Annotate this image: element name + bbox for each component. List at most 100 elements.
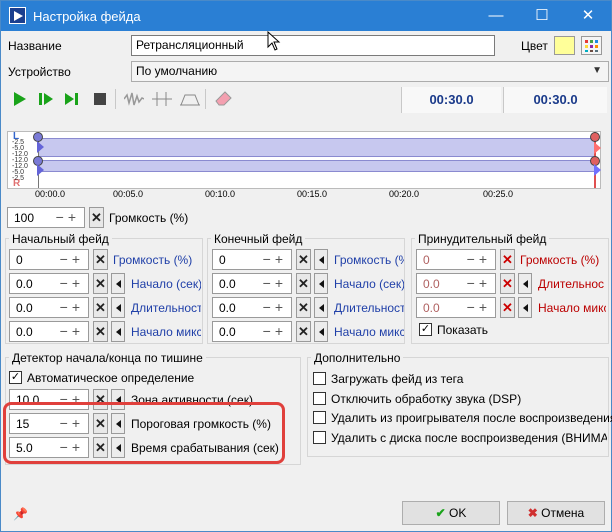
ok-button-label: OK [449, 506, 467, 520]
forced-fade-volume-label: Громкость (%) [520, 253, 600, 267]
time-readout-1: 00:30.0 [401, 87, 501, 113]
fade-out-volume-label: Громкость (%) [334, 253, 404, 267]
fade-in-start-arrow-button[interactable] [111, 273, 125, 294]
stepper-value: 0.0 [219, 301, 236, 315]
stepper-controls[interactable]: −+ [60, 299, 84, 315]
volume-stepper[interactable]: 100 −+ [7, 207, 85, 228]
fade-out-volume-stepper[interactable]: 0 −+ [212, 249, 292, 270]
end-handle-top[interactable] [590, 132, 600, 142]
maximize-button[interactable]: ☐ [519, 1, 565, 31]
fade-in-duration-stepper[interactable]: 0.0 −+ [9, 297, 89, 318]
forced-fade-volume-reset-button[interactable]: ✕ [500, 249, 515, 270]
fade-in-volume-reset-button[interactable]: ✕ [93, 249, 108, 270]
highlight-annotation [3, 402, 285, 464]
name-input[interactable]: Ретрансляционный [131, 35, 495, 56]
forced-fade-duration-reset-button[interactable]: ✕ [500, 273, 515, 294]
fade-in-mix-reset-button[interactable]: ✕ [93, 321, 108, 342]
volume-reset-button[interactable]: ✕ [89, 207, 104, 228]
fade-in-start-stepper[interactable]: 0.0 −+ [9, 273, 89, 294]
stepper-controls[interactable]: −+ [263, 275, 287, 291]
palette-button[interactable] [581, 36, 602, 55]
remove-from-player-checkbox[interactable] [313, 411, 326, 424]
auto-detect-label: Автоматическое определение [27, 371, 195, 385]
eraser-icon [215, 91, 232, 106]
fade-in-duration-arrow-button[interactable] [111, 297, 125, 318]
play-segment-icon [39, 93, 53, 105]
pin-icon[interactable]: 📌 [13, 507, 28, 521]
fade-out-duration-stepper[interactable]: 0.0 −+ [212, 297, 292, 318]
auto-detect-checkbox[interactable]: ✓ [9, 371, 22, 384]
fade-in-volume-label: Громкость (%) [113, 253, 193, 267]
fade-out-start-arrow-button[interactable] [314, 273, 328, 294]
forced-fade-mix-stepper[interactable]: 0.0 −+ [416, 297, 496, 318]
title-bar[interactable]: Настройка фейда — ☐ ✕ [1, 1, 611, 31]
forced-fade-duration-arrow-button[interactable] [518, 273, 532, 294]
toolbar-separator-2 [205, 89, 206, 109]
cancel-button-label: Отмена [541, 506, 585, 520]
window-title: Настройка фейда [33, 9, 141, 24]
markers-icon [152, 92, 172, 106]
cancel-icon: ✖ [527, 506, 538, 520]
disable-dsp-label: Отключить обработку звука (DSP) [331, 392, 522, 406]
time-ruler: 00:00.0 00:05.0 00:10.0 00:15.0 00:20.0 … [7, 187, 601, 201]
eraser-button[interactable] [213, 87, 235, 111]
stepper-controls[interactable]: −+ [56, 209, 80, 225]
volume-label: Громкость (%) [109, 211, 189, 225]
name-label: Название [8, 39, 62, 53]
fade-out-start-label: Начало (сек) [334, 277, 404, 291]
delete-from-disk-checkbox[interactable] [313, 431, 326, 444]
fade-in-volume-stepper[interactable]: 0 −+ [9, 249, 89, 270]
fade-out-volume-arrow-button[interactable] [314, 249, 328, 270]
stepper-controls[interactable]: −+ [263, 323, 287, 339]
fade-out-handle[interactable] [594, 142, 601, 154]
stop-button[interactable] [89, 87, 111, 111]
fade-out-volume-reset-button[interactable]: ✕ [296, 249, 311, 270]
forced-fade-duration-stepper[interactable]: 0.0 −+ [416, 273, 496, 294]
play-button[interactable] [9, 87, 31, 111]
load-fade-label: Загружать фейд из тега [331, 372, 464, 386]
play-to-end-icon [65, 93, 78, 105]
fade-out-start-reset-button[interactable]: ✕ [296, 273, 311, 294]
forced-fade-mix-arrow-button[interactable] [518, 297, 532, 318]
waveform-button[interactable] [123, 87, 145, 111]
show-checkbox[interactable]: ✓ [419, 323, 432, 336]
fade-out-duration-reset-button[interactable]: ✕ [296, 297, 311, 318]
fade-out-mix-stepper[interactable]: 0.0 −+ [212, 321, 292, 342]
envelope-button[interactable] [179, 87, 201, 111]
color-swatch-button[interactable] [554, 36, 575, 55]
fade-in-mix-stepper[interactable]: 0.0 −+ [9, 321, 89, 342]
stepper-controls[interactable]: −+ [467, 299, 491, 315]
fade-out-handle-2[interactable] [594, 164, 601, 176]
fade-out-mix-arrow-button[interactable] [314, 321, 328, 342]
stepper-controls[interactable]: −+ [467, 275, 491, 291]
left-channel-band [38, 138, 596, 157]
stepper-controls[interactable]: −+ [467, 251, 491, 267]
forced-fade-volume-stepper[interactable]: 0 −+ [416, 249, 496, 270]
fade-in-handle-2[interactable] [37, 164, 44, 176]
load-fade-checkbox[interactable] [313, 372, 326, 385]
fade-out-duration-arrow-button[interactable] [314, 297, 328, 318]
fade-out-start-stepper[interactable]: 0.0 −+ [212, 273, 292, 294]
minimize-button[interactable]: — [473, 1, 519, 31]
stepper-controls[interactable]: −+ [263, 299, 287, 315]
play-segment-button[interactable] [35, 87, 57, 111]
fade-in-duration-reset-button[interactable]: ✕ [93, 297, 108, 318]
play-to-end-button[interactable] [61, 87, 83, 111]
stepper-controls[interactable]: −+ [60, 323, 84, 339]
device-select[interactable]: По умолчанию ▼ [131, 61, 609, 82]
ok-button[interactable]: ✔ OK [402, 501, 500, 525]
fade-in-start-reset-button[interactable]: ✕ [93, 273, 108, 294]
close-button[interactable]: ✕ [565, 1, 611, 31]
disable-dsp-checkbox[interactable] [313, 392, 326, 405]
cancel-button[interactable]: ✖ Отмена [507, 501, 605, 525]
stepper-controls[interactable]: −+ [60, 275, 84, 291]
markers-button[interactable] [151, 87, 173, 111]
fade-in-mix-arrow-button[interactable] [111, 321, 125, 342]
forced-fade-mix-reset-button[interactable]: ✕ [500, 297, 515, 318]
fade-out-mix-reset-button[interactable]: ✕ [296, 321, 311, 342]
waveform-view[interactable]: L R -2.5 -5.0 -12.0 -12.0 -12.0 -5.0 -2.… [7, 131, 601, 189]
stepper-value: 0.0 [219, 277, 236, 291]
stepper-controls[interactable]: −+ [263, 251, 287, 267]
stepper-controls[interactable]: −+ [60, 251, 84, 267]
fade-in-handle[interactable] [37, 141, 44, 153]
